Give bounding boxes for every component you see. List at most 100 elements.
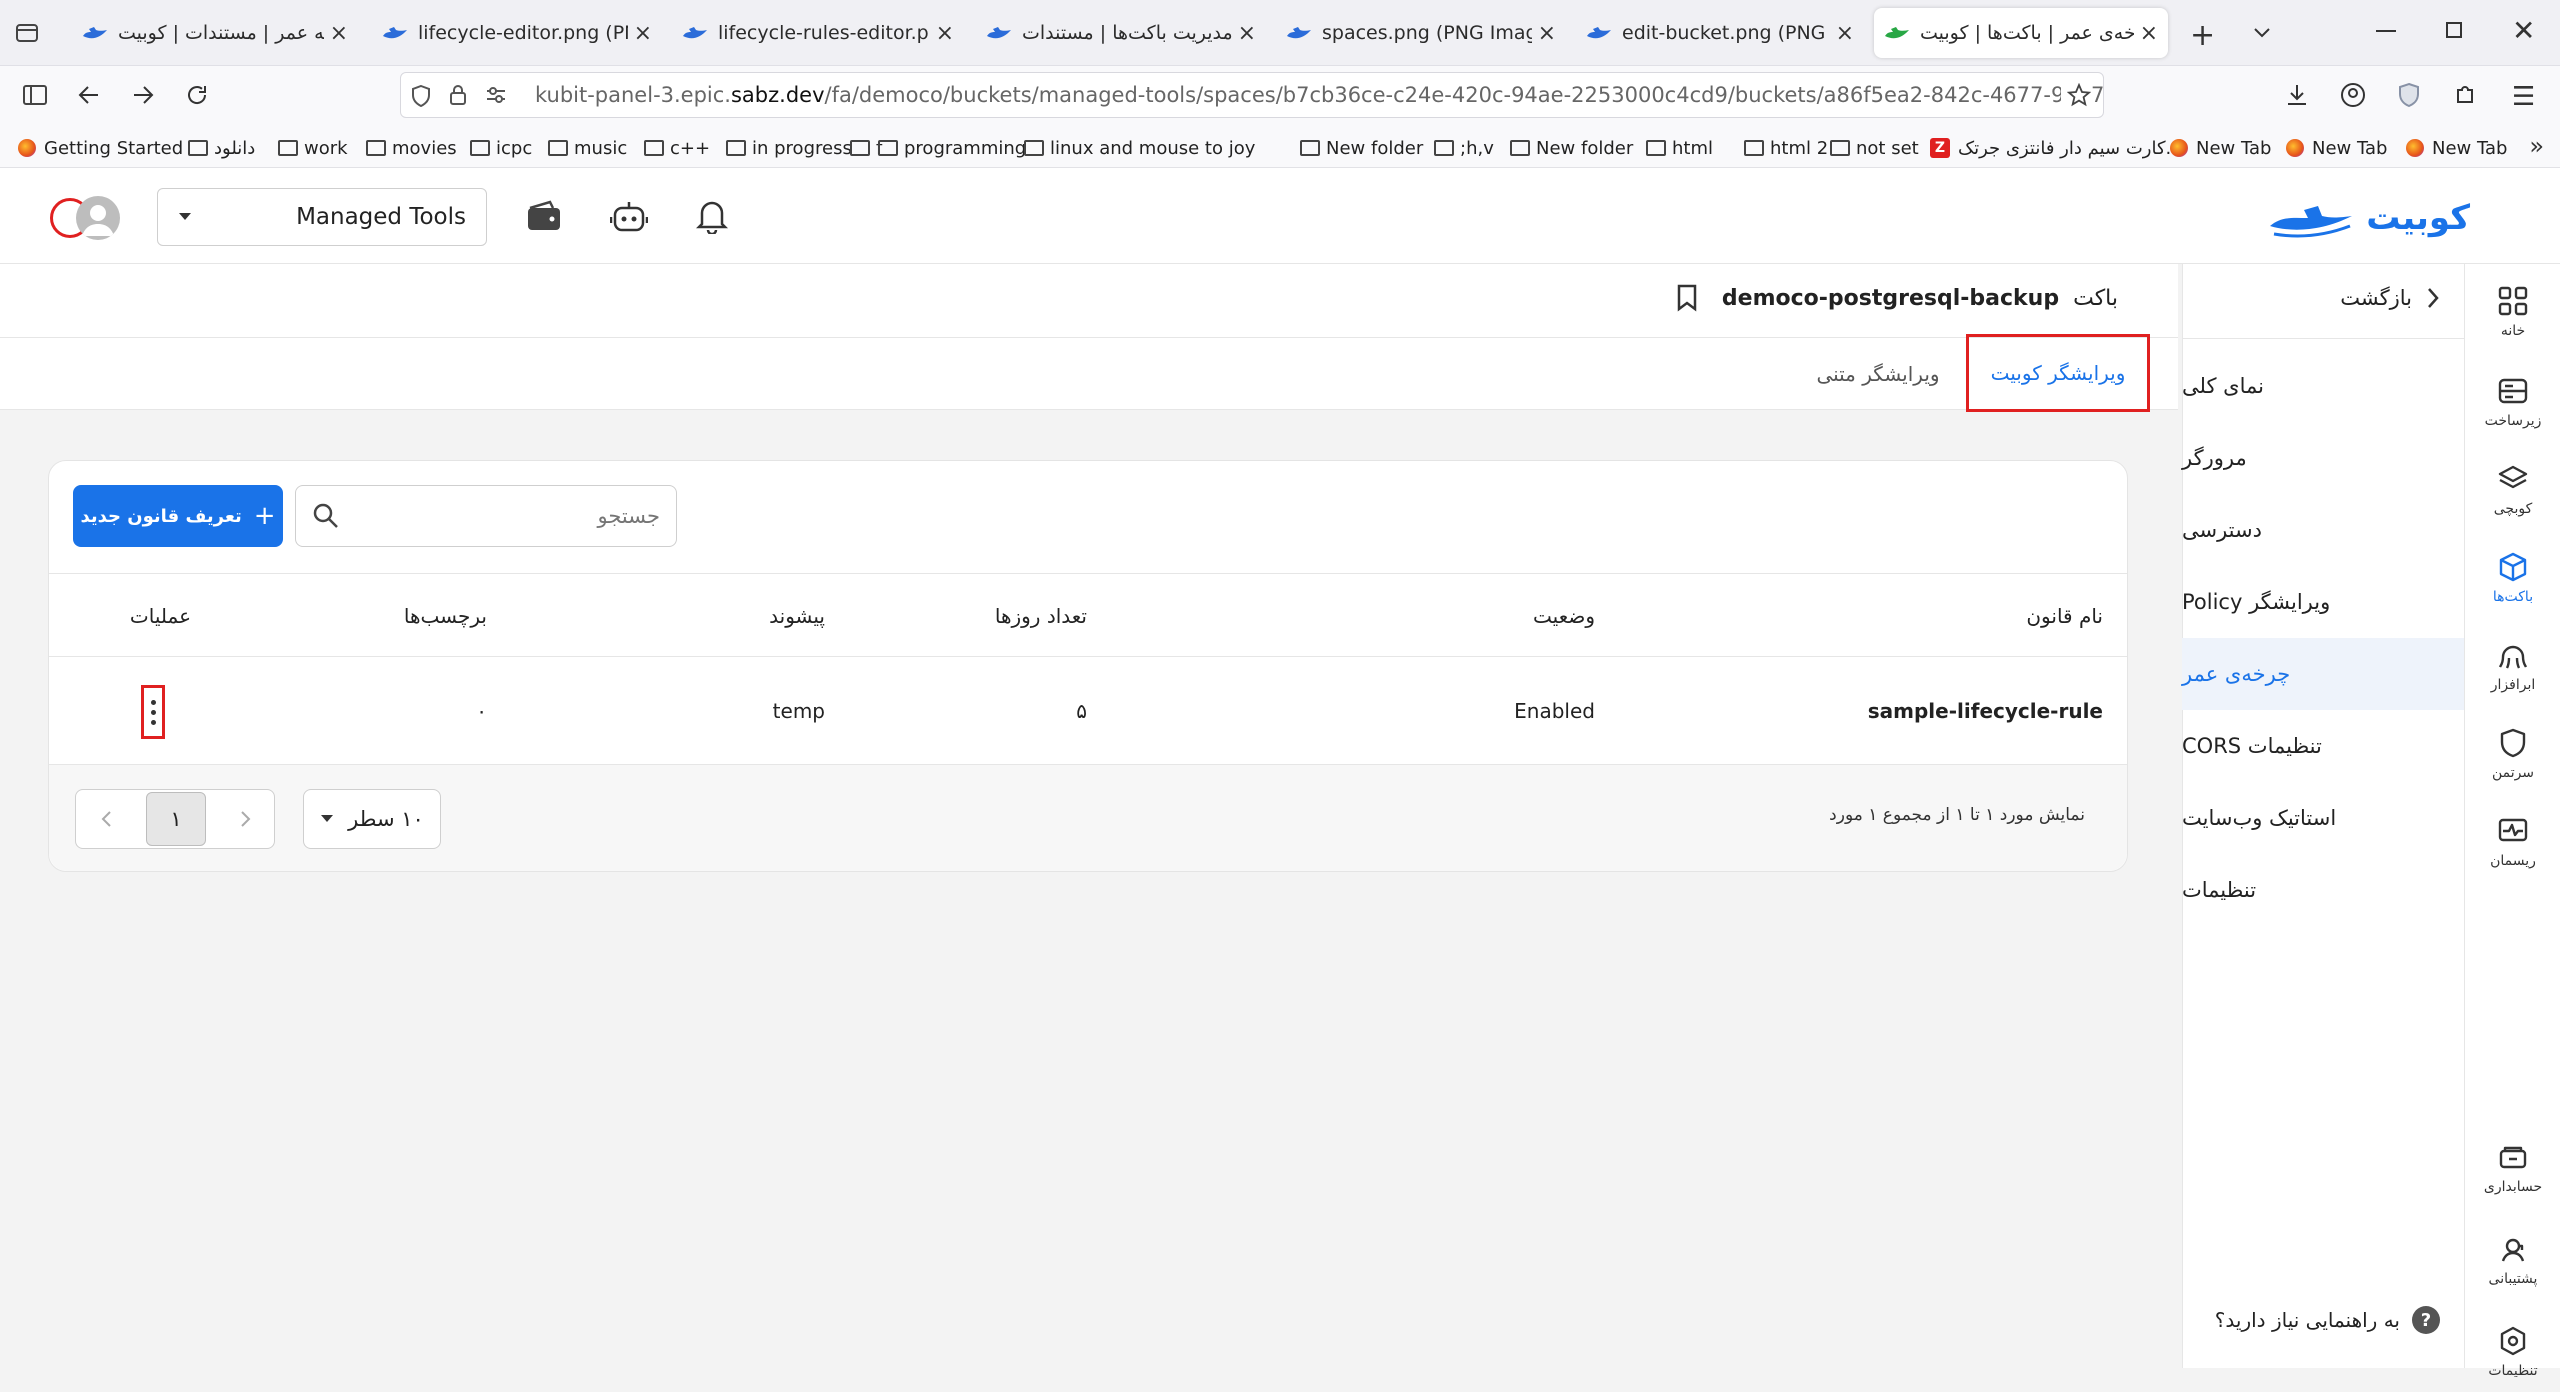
close-tab-icon[interactable]: × — [330, 21, 348, 46]
bookmark-item[interactable]: programming — [878, 134, 1026, 162]
page-button-current[interactable]: ۱ — [146, 792, 206, 846]
close-tab-icon[interactable]: × — [936, 21, 954, 46]
minimize-icon[interactable] — [2376, 30, 2396, 32]
bookmark-item[interactable]: music — [548, 134, 627, 162]
help-link[interactable]: ? به راهنمایی نیاز دارید؟ — [2215, 1306, 2440, 1334]
bookmark-item[interactable]: New folder — [1510, 134, 1633, 162]
browser-tab[interactable]: چرخه‌ی عمر | باکت‌ها | کوبیت × — [1874, 8, 2168, 58]
browser-tab[interactable]: چرخه عمر | مستندات | کوبیت × — [72, 8, 358, 58]
new-tab-button[interactable]: + — [2190, 18, 2215, 53]
account-icon[interactable] — [2340, 82, 2366, 108]
folder-icon — [366, 140, 386, 156]
bookmark-item[interactable]: icpc — [470, 134, 532, 162]
browser-tab[interactable]: spaces.png (PNG Image, 1 × — [1276, 8, 1566, 58]
tab-visual-editor[interactable]: ویرایشگر کوبیت — [1966, 334, 2150, 412]
browser-tab[interactable]: lifecycle-editor.png (PNG Image × — [372, 8, 662, 58]
tab-text-editor[interactable]: ویرایشگر متنی — [1808, 338, 1948, 410]
browser-tab[interactable]: edit-bucket.png (PNG Image × — [1576, 8, 1864, 58]
folder-icon — [1646, 140, 1666, 156]
bookmark-item[interactable]: c++ — [644, 134, 710, 162]
menu-icon[interactable]: ☰ — [2512, 82, 2535, 112]
tab-list-icon[interactable] — [14, 20, 40, 46]
bookmark-item[interactable]: html 2 — [1744, 134, 1828, 162]
browser-tab[interactable]: lifecycle-rules-editor.png (PNG × — [672, 8, 964, 58]
rail-item[interactable]: حسابداری — [2465, 1128, 2560, 1208]
new-rule-button[interactable]: + تعریف قانون جدید — [73, 485, 283, 547]
sidebar-item[interactable]: تنظیمات — [2182, 854, 2464, 926]
editor-tabs: ویرایشگر کوبیت ویرایشگر متنی — [0, 334, 2178, 412]
firefox-icon — [18, 139, 36, 157]
bookmark-item[interactable]: دانلود — [188, 134, 255, 162]
rail-item[interactable]: زیرساخت — [2465, 362, 2560, 442]
robot-assistant-icon[interactable] — [610, 200, 648, 234]
rail-item[interactable]: تنظیمات — [2465, 1312, 2560, 1392]
extensions-icon[interactable] — [2452, 82, 2478, 108]
close-tab-icon[interactable]: × — [1836, 21, 1854, 46]
bookmark-item[interactable]: Getting Started — [18, 134, 183, 162]
close-tab-icon[interactable]: × — [634, 21, 652, 46]
back-link[interactable]: بازگشت — [2340, 286, 2440, 310]
downloads-icon[interactable] — [2284, 82, 2310, 108]
rail-item[interactable]: کوبچی — [2465, 450, 2560, 530]
bookmark-item[interactable]: ;h,v — [1434, 134, 1494, 162]
workspace-select[interactable]: Managed Tools — [157, 188, 487, 246]
lock-icon[interactable] — [449, 84, 467, 106]
table-row[interactable]: sample-lifecycle-rule Enabled ۵ temp ۰ — [49, 657, 2127, 765]
bookmark-item[interactable]: html — [1646, 134, 1713, 162]
sidebar-item[interactable]: چرخه‌ی عمر — [2182, 638, 2464, 710]
url-bar[interactable]: kubit-panel-3.epic.sabz.dev/fa/democo/bu… — [400, 72, 2104, 118]
row-actions-button[interactable] — [141, 685, 165, 739]
sidebar-toggle-icon[interactable] — [22, 84, 48, 106]
back-arrow-icon[interactable] — [76, 82, 102, 108]
bookmark-item[interactable]: New Tab — [2286, 134, 2387, 162]
notification-bell-icon[interactable] — [696, 198, 728, 234]
brand-logo[interactable]: کوبیت — [2266, 196, 2470, 240]
bookmark-item[interactable]: Z کارت سیم دار فانتزی جرتک... — [1930, 134, 2183, 162]
bookmark-item[interactable]: work — [278, 134, 348, 162]
bookmark-label: New Tab — [2196, 137, 2272, 159]
restore-icon[interactable] — [2446, 22, 2462, 38]
close-window-icon[interactable]: ✕ — [2512, 14, 2535, 47]
search-input[interactable] — [340, 504, 660, 528]
layers-icon — [2498, 465, 2528, 489]
sidebar-item[interactable]: مرورگر — [2182, 422, 2464, 494]
bookmark-item[interactable]: in progress — [726, 134, 852, 162]
rail-item[interactable]: ریسمان — [2465, 802, 2560, 882]
rail-item[interactable]: پشتیبانی — [2465, 1220, 2560, 1300]
browser-tab[interactable]: مدیریت باکت‌ها | مستندات | × — [976, 8, 1266, 58]
rail-item[interactable]: باکت‌ها — [2465, 538, 2560, 618]
sidebar-item[interactable]: نمای کلی — [2182, 350, 2464, 422]
next-page-button[interactable] — [216, 790, 276, 848]
url-text: kubit-panel-3.epic.sabz.dev/fa/democo/bu… — [535, 83, 2103, 107]
search-icon[interactable] — [312, 502, 340, 530]
bookmark-icon[interactable] — [1676, 284, 1698, 312]
bookmarks-overflow-icon[interactable]: » — [2529, 132, 2544, 160]
bookmark-item[interactable]: New Tab — [2406, 134, 2507, 162]
forward-arrow-icon[interactable] — [130, 82, 156, 108]
bookmark-item[interactable]: linux and mouse to joy — [1024, 134, 1255, 162]
avatar[interactable] — [76, 196, 120, 240]
page-size-select[interactable]: ۱۰ سطر — [303, 789, 441, 849]
wallet-icon[interactable] — [526, 200, 562, 232]
close-tab-icon[interactable]: × — [2140, 21, 2158, 46]
sidebar-item[interactable]: دسترسی — [2182, 494, 2464, 566]
close-tab-icon[interactable]: × — [1538, 21, 1556, 46]
rail-item[interactable]: ابرافزار — [2465, 626, 2560, 706]
bookmark-item[interactable]: not set — [1830, 134, 1919, 162]
bookmark-item[interactable]: movies — [366, 134, 457, 162]
reload-icon[interactable] — [184, 82, 210, 108]
sidebar-item[interactable]: استاتیک وب‌سایت — [2182, 782, 2464, 854]
tracking-shield-icon[interactable] — [411, 85, 431, 107]
close-tab-icon[interactable]: × — [1238, 21, 1256, 46]
rail-item[interactable]: خانه — [2465, 272, 2560, 352]
sidebar-item[interactable]: تنظیمات CORS — [2182, 710, 2464, 782]
prev-page-button[interactable] — [76, 790, 136, 848]
bookmark-star-icon[interactable] — [2061, 83, 2091, 107]
privacy-badger-icon[interactable] — [2396, 82, 2422, 108]
site-permissions-icon[interactable] — [485, 85, 507, 105]
rail-item[interactable]: سرتمن — [2465, 714, 2560, 794]
bookmark-item[interactable]: New folder — [1300, 134, 1423, 162]
sidebar-item[interactable]: ویرایشگر Policy — [2182, 566, 2464, 638]
bookmark-item[interactable]: New Tab — [2170, 134, 2271, 162]
tab-overflow-chevron-icon[interactable] — [2250, 20, 2274, 44]
